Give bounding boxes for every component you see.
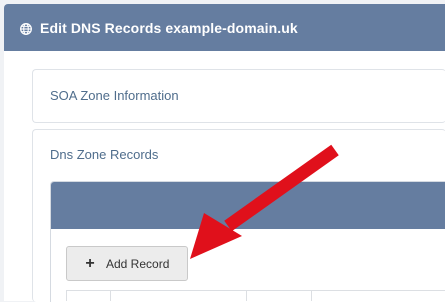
table-column-divider xyxy=(110,290,111,301)
plus-icon: + xyxy=(85,254,95,272)
window-header: Edit DNS Records example-domain.uk xyxy=(4,4,445,51)
table-column-divider xyxy=(311,290,312,301)
add-record-label: Add Record xyxy=(106,256,170,271)
table-row xyxy=(66,290,445,301)
soa-zone-title[interactable]: SOA Zone Information xyxy=(50,88,179,103)
globe-icon xyxy=(20,22,32,35)
soa-zone-section[interactable]: SOA Zone Information xyxy=(32,69,445,123)
table-header-bar xyxy=(51,182,445,229)
page-title: Edit DNS Records example-domain.uk xyxy=(40,19,298,36)
dns-zone-title[interactable]: Dns Zone Records xyxy=(50,147,158,162)
add-record-button[interactable]: + Add Record xyxy=(66,246,188,281)
dns-records-table xyxy=(50,181,445,302)
table-column-divider xyxy=(246,290,247,301)
